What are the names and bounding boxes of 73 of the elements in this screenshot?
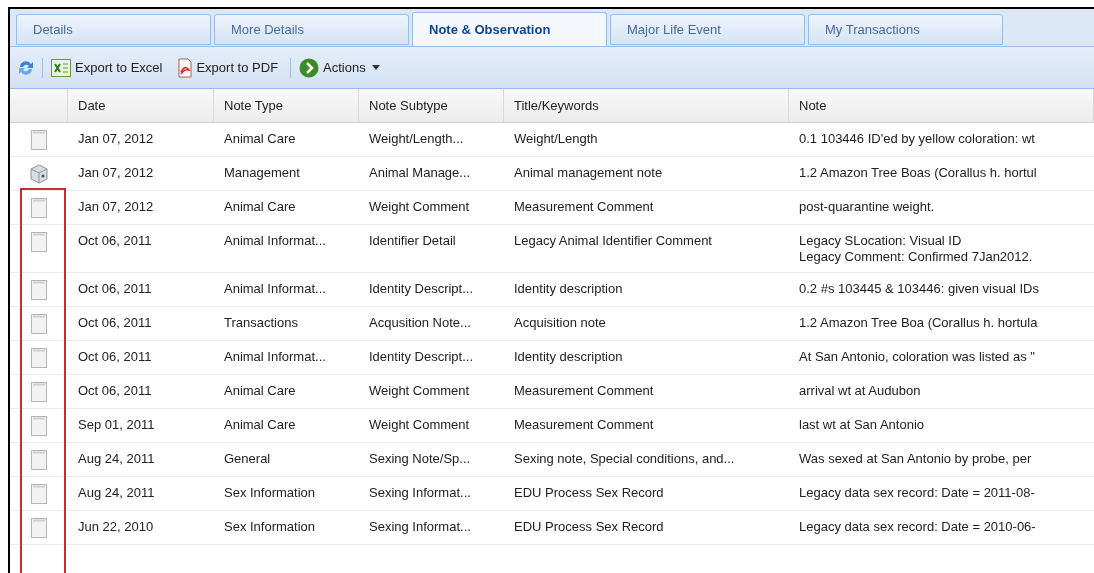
table-cell-text: Sexing Note/Sp... xyxy=(368,450,472,468)
table-cell-text: 1.2 Amazon Tree Boa (Corallus h. hortula xyxy=(798,314,1039,332)
table-cell-text: Sex Information xyxy=(223,518,317,536)
table-cell-text: Oct 06, 2011 xyxy=(77,280,153,298)
table-cell-text: Identifier Detail xyxy=(368,232,457,250)
table-cell-text: Weight Comment xyxy=(368,198,471,216)
table-cell-text: Weight Comment xyxy=(368,382,471,400)
table-cell-text: Weight Comment xyxy=(368,416,471,434)
table-cell-text: At San Antonio, coloration was listed as " xyxy=(798,348,1036,366)
column-header[interactable]: Date xyxy=(68,89,214,122)
table-cell-text: Management xyxy=(223,164,301,182)
table-cell-text: Oct 06, 2011 xyxy=(77,232,153,250)
column-header[interactable]: Note xyxy=(789,89,1094,122)
table-cell-text: Aug 24, 2011 xyxy=(77,450,156,468)
table-cell-text: Measurement Comment xyxy=(513,382,655,400)
table-cell-text: Aug 24, 2011 xyxy=(77,484,156,502)
table-cell-text: Sep 01, 2011 xyxy=(77,416,156,434)
export-excel-button[interactable]: Export to Excel xyxy=(49,57,165,78)
table-cell-text: Jan 07, 2012 xyxy=(77,164,155,182)
table-cell-text: Sex Information xyxy=(223,484,317,502)
tab[interactable]: More Details xyxy=(214,14,409,45)
table-cell-text: Sexing Informat... xyxy=(368,518,472,536)
table-cell-text: Identity description xyxy=(513,280,624,298)
table-cell-text: Jan 07, 2012 xyxy=(77,198,155,216)
table-cell-text: Animal management note xyxy=(513,164,664,182)
table-cell-text: post-quarantine weight. xyxy=(798,198,936,216)
table-cell-text: 1.2 Amazon Tree Boas (Corallus h. hortul xyxy=(798,164,1038,182)
tab[interactable]: My Transactions xyxy=(808,14,1003,45)
table-cell-text: Animal Manage... xyxy=(368,164,472,182)
table-cell-text: Measurement Comment xyxy=(513,198,655,216)
table-cell-text: Legacy Animal Identifier Comment xyxy=(513,232,713,250)
table-cell-text: EDU Process Sex Record xyxy=(513,518,665,536)
table-cell-text: arrival wt at Audubon xyxy=(798,382,922,400)
table-cell-text: Animal Informat... xyxy=(223,348,327,366)
table-cell-text: 0.1 103446 ID'ed by yellow coloration: wt xyxy=(798,130,1036,148)
table-cell-text: Legacy data sex record: Date = 2010-06- xyxy=(798,518,1037,536)
table-cell-text: Acquisition note xyxy=(513,314,607,332)
table-cell-text: Weight/Length... xyxy=(368,130,465,148)
table-cell-text: Identity Descript... xyxy=(368,280,475,298)
table-cell-text: Transactions xyxy=(223,314,299,332)
column-header[interactable]: Note Subtype xyxy=(359,89,504,122)
table-cell-text: Animal Informat... xyxy=(223,232,327,250)
table-cell-text: Weight/Length xyxy=(513,130,599,148)
table-cell-text: Was sexed at San Antonio by probe, per xyxy=(798,450,1033,468)
table-cell-text: Identity description xyxy=(513,348,624,366)
tab[interactable]: Details xyxy=(16,14,211,45)
table-cell-text: last wt at San Antonio xyxy=(798,416,926,434)
table-cell-text: Acqusition Note... xyxy=(368,314,472,332)
table-cell-text: Animal Care xyxy=(223,198,297,216)
table-cell-text: Jun 22, 2010 xyxy=(77,518,155,536)
table-cell-text: Sexing note, Special conditions, and... xyxy=(513,450,736,468)
table-cell-text: Oct 06, 2011 xyxy=(77,314,153,332)
table-cell-text: Animal Informat... xyxy=(223,280,327,298)
export-pdf-button[interactable]: Export to PDF xyxy=(176,57,281,78)
tab[interactable]: Major Life Event xyxy=(610,14,805,45)
table-cell-text: 0.2 #s 103445 & 103446: given visual IDs xyxy=(798,280,1040,298)
table-cell-text: General xyxy=(223,450,272,468)
table-cell-text: Animal Care xyxy=(223,382,297,400)
table-cell-text: Animal Care xyxy=(223,130,297,148)
table-cell-text: Sexing Informat... xyxy=(368,484,472,502)
table-cell-text: Legacy data sex record: Date = 2011-08- xyxy=(798,484,1036,502)
table-cell-text: Legacy SLocation: Visual ID Legacy Comment: Confirmed 7Jan2012. xyxy=(798,232,1034,266)
table-cell-text: Oct 06, 2011 xyxy=(77,348,153,366)
table-cell-text: Oct 06, 2011 xyxy=(77,382,153,400)
column-header[interactable]: Title/Keywords xyxy=(504,89,789,122)
actions-button[interactable]: Actions xyxy=(297,57,382,78)
table-cell-text: EDU Process Sex Record xyxy=(513,484,665,502)
table-cell-text: Animal Care xyxy=(223,416,297,434)
table-cell-text: Measurement Comment xyxy=(513,416,655,434)
table-cell-text: Identity Descript... xyxy=(368,348,475,366)
tab[interactable]: Note & Observation xyxy=(412,12,607,46)
column-header[interactable]: Note Type xyxy=(214,89,359,122)
table-cell-text: Jan 07, 2012 xyxy=(77,130,155,148)
